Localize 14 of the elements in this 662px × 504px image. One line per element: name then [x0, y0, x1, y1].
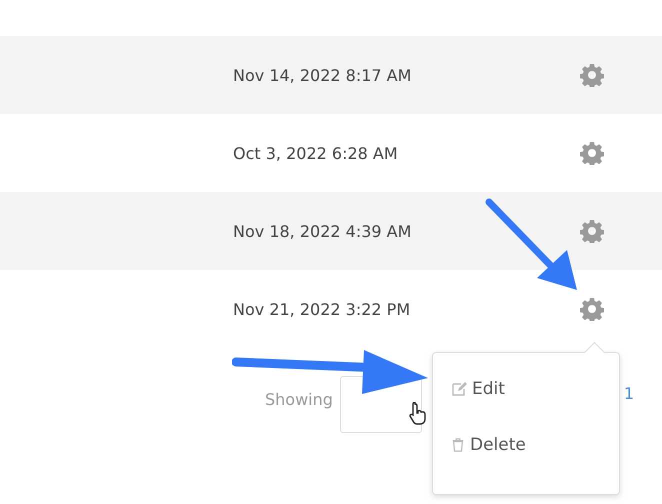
showing-label: Showing — [265, 390, 333, 409]
date-text: Nov 14, 2022 8:17 AM — [233, 66, 412, 84]
settings-icon[interactable] — [580, 63, 604, 87]
edit-icon — [451, 381, 467, 397]
trash-icon — [451, 437, 465, 453]
menu-item[interactable]: Edit — [451, 379, 505, 399]
date-text: Nov 18, 2022 4:39 AM — [233, 222, 412, 240]
date-text: Oct 3, 2022 6:28 AM — [233, 144, 398, 162]
settings-icon[interactable] — [580, 297, 604, 321]
settings-icon[interactable] — [580, 219, 604, 243]
date-text: Nov 21, 2022 3:22 PM — [233, 300, 410, 318]
menu-item[interactable]: Delete — [451, 435, 526, 455]
hand-cursor-icon — [408, 402, 428, 426]
settings-icon[interactable] — [580, 141, 604, 165]
